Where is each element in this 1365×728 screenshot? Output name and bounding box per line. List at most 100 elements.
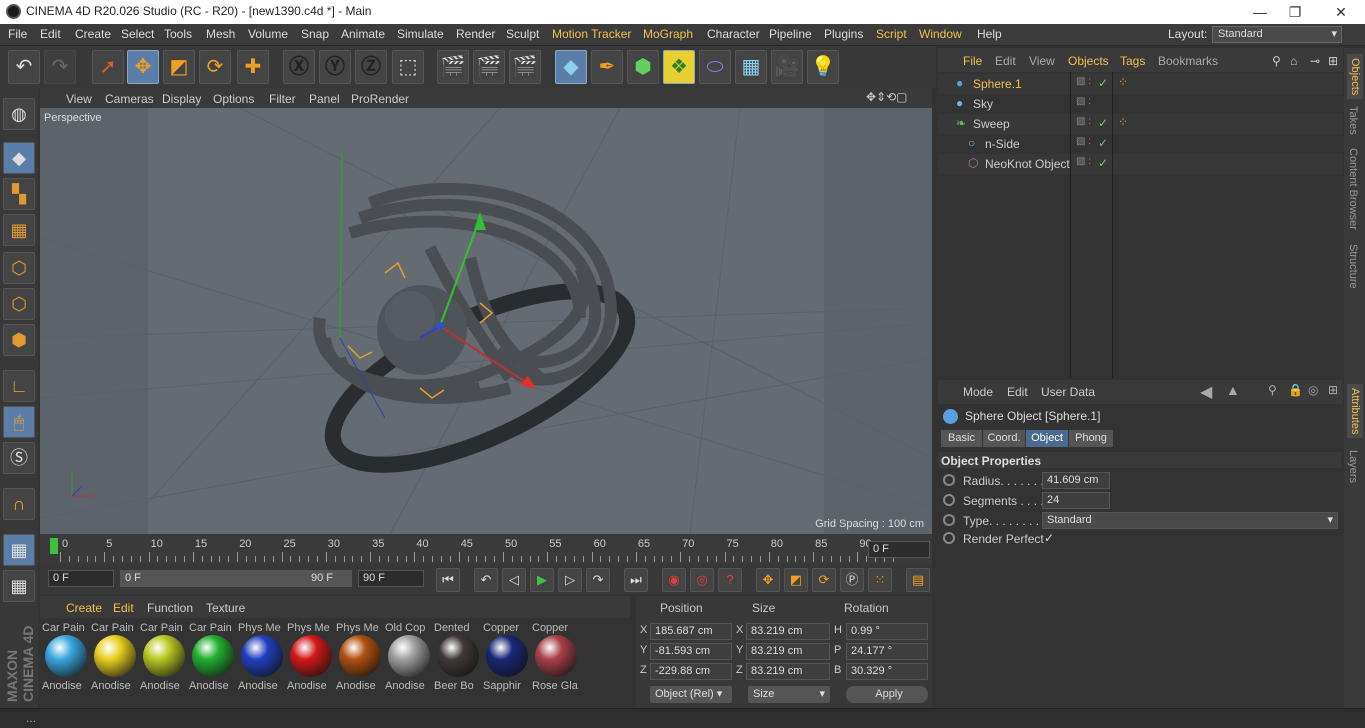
side-tab-layers[interactable]: Layers — [1347, 450, 1359, 483]
pen-spline-button[interactable]: ✒ — [591, 50, 623, 84]
attributes-menu-edit[interactable]: Edit — [1007, 385, 1028, 399]
menu-file[interactable]: File — [8, 27, 27, 41]
material-swatch[interactable]: Copper Sapphir — [483, 622, 531, 698]
material-swatch[interactable]: Phys Me Anodise — [238, 622, 286, 698]
side-tab-attributes[interactable]: Attributes — [1347, 384, 1363, 439]
keyframe-selection-button[interactable]: ? — [718, 568, 742, 592]
timeline-ruler[interactable]: 0 5 10 15 20 25 30 35 40 45 50 55 60 65 70 75 80 85 90 0 F — [40, 534, 932, 564]
side-tab-structure[interactable]: Structure — [1347, 244, 1359, 289]
render-picture-viewer-button[interactable]: 🎬 — [473, 50, 505, 84]
live-selection-button[interactable]: ➚ — [92, 50, 124, 84]
target-icon[interactable]: ◎ — [1308, 383, 1318, 397]
play-button[interactable]: ▶ — [530, 568, 554, 592]
start-frame-field[interactable]: 0 F — [48, 570, 114, 587]
menu-tools[interactable]: Tools — [164, 27, 192, 41]
enabled-check-icon[interactable]: ✓ — [1098, 116, 1108, 130]
viewport-menu-display[interactable]: Display — [162, 92, 201, 106]
material-tag-icon[interactable]: ⁘ — [1118, 115, 1128, 129]
radius-animate-toggle[interactable] — [943, 474, 955, 486]
menu-sculpt[interactable]: Sculpt — [506, 27, 539, 41]
rotate-tool-button[interactable]: ⟳ — [199, 50, 231, 84]
objects-menu-file[interactable]: File — [963, 54, 982, 68]
size-field[interactable]: 83.219 cm — [746, 623, 830, 640]
material-menu-texture[interactable]: Texture — [206, 601, 245, 615]
position-field[interactable]: 185.687 cm — [650, 623, 732, 640]
previous-key-button[interactable]: ↶ — [474, 568, 498, 592]
position-field[interactable]: -81.593 cm — [650, 643, 732, 660]
z-axis-lock-button[interactable]: Ⓩ — [355, 50, 387, 84]
search-icon[interactable]: ⚲ — [1272, 54, 1281, 68]
timeline-window-button[interactable]: ▤ — [906, 568, 930, 592]
material-swatch[interactable]: Dented Beer Bo — [434, 622, 482, 698]
move-tool-button[interactable]: ✥ — [127, 50, 159, 84]
enabled-check-icon[interactable]: ✓ — [1098, 136, 1108, 150]
cloner-button[interactable]: ❖ — [663, 50, 695, 84]
search-icon[interactable]: ⚲ — [1268, 383, 1277, 397]
y-axis-lock-button[interactable]: Ⓨ — [319, 50, 351, 84]
menu-render[interactable]: Render — [456, 27, 495, 41]
key-pla-button[interactable]: ⁙ — [868, 568, 892, 592]
render-perfect-checkbox[interactable]: ✓ — [1044, 531, 1054, 545]
object-row[interactable]: ● Sky ▧ : — [938, 94, 1343, 114]
enabled-check-icon[interactable]: ✓ — [1098, 156, 1108, 170]
menu-select[interactable]: Select — [121, 27, 154, 41]
undo-button[interactable]: ↶ — [8, 50, 40, 84]
menu-edit[interactable]: Edit — [40, 27, 61, 41]
menu-mograph[interactable]: MoGraph — [643, 27, 693, 41]
visibility-dots-icon[interactable]: ▧ : — [1076, 136, 1091, 147]
tab-basic[interactable]: Basic — [941, 430, 982, 447]
subdivision-button[interactable]: ⬢ — [627, 50, 659, 84]
close-button[interactable]: ✕ — [1326, 2, 1356, 22]
side-tab-content-browser[interactable]: Content Browser — [1347, 148, 1359, 230]
menu-volume[interactable]: Volume — [248, 27, 288, 41]
playhead-marker[interactable] — [50, 538, 58, 554]
material-swatch[interactable]: Car Pain Anodise — [189, 622, 237, 698]
end-frame-field[interactable]: 90 F — [358, 570, 424, 587]
position-field[interactable]: -229.88 cm — [650, 663, 732, 680]
material-menu-edit[interactable]: Edit — [113, 601, 134, 615]
size-mode-dropdown[interactable]: Size ▾ — [748, 686, 830, 703]
object-row[interactable]: ● Sphere.1 ▧ : ✓ ⁘ — [938, 74, 1343, 94]
enabled-check-icon[interactable]: ✓ — [1098, 76, 1108, 90]
material-swatch[interactable]: Car Pain Anodise — [42, 622, 90, 698]
render-perfect-animate-toggle[interactable] — [943, 532, 955, 544]
layout-select[interactable]: Standard ▾ — [1212, 26, 1342, 43]
segments-animate-toggle[interactable] — [943, 494, 955, 506]
light-button[interactable]: 💡 — [807, 50, 839, 84]
visibility-dots-icon[interactable]: ▧ : — [1076, 96, 1091, 107]
record-keys-button[interactable]: ◉ — [662, 568, 686, 592]
texture-mode-button[interactable]: ▚ — [3, 178, 35, 210]
deformer-button[interactable]: ⬭ — [699, 50, 731, 84]
apply-button[interactable]: Apply — [846, 686, 928, 703]
axis-mode-button[interactable]: ∟ — [3, 370, 35, 402]
workplane-button[interactable]: ▦ — [3, 534, 35, 566]
object-row[interactable]: ○ n-Side ▧ : ✓ — [938, 134, 1343, 154]
menu-simulate[interactable]: Simulate — [397, 27, 444, 41]
segments-field[interactable]: 24 — [1042, 492, 1110, 509]
make-editable-button[interactable]: ◍ — [3, 98, 35, 130]
viewport-navigate-icons[interactable]: ✥⇕⟲▢ — [866, 90, 908, 104]
current-frame-field[interactable]: 0 F — [868, 541, 930, 558]
tab-object[interactable]: Object — [1026, 430, 1068, 447]
frame-range-slider[interactable]: 0 F 90 F — [120, 570, 352, 587]
type-dropdown[interactable]: Standard ▾ — [1042, 512, 1338, 529]
viewport-menu-prorender[interactable]: ProRender — [351, 92, 409, 106]
viewport-menu-view[interactable]: View — [66, 92, 92, 106]
key-rotation-button[interactable]: ⟳ — [812, 568, 836, 592]
side-tab-takes[interactable]: Takes — [1347, 106, 1359, 135]
workplane-mode-button[interactable]: ▦ — [3, 214, 35, 246]
minimize-button[interactable]: — — [1245, 2, 1275, 22]
magnet-button[interactable]: ∩ — [3, 488, 35, 520]
side-tab-objects[interactable]: Objects — [1347, 54, 1363, 100]
size-field[interactable]: 83.219 cm — [746, 663, 830, 680]
transform-tool-button[interactable]: ✚ — [237, 50, 269, 84]
key-scale-button[interactable]: ◩ — [784, 568, 808, 592]
attributes-menu-user-data[interactable]: User Data — [1041, 385, 1095, 399]
lock-icon[interactable]: 🔒 — [1288, 383, 1303, 397]
new-panel-icon[interactable]: ⊞ — [1328, 54, 1338, 68]
material-swatch[interactable]: Phys Me Anodise — [287, 622, 335, 698]
menu-create[interactable]: Create — [75, 27, 111, 41]
visibility-dots-icon[interactable]: ▧ : — [1076, 76, 1091, 87]
scale-tool-button[interactable]: ◩ — [163, 50, 195, 84]
tab-coord[interactable]: Coord. — [983, 430, 1025, 447]
